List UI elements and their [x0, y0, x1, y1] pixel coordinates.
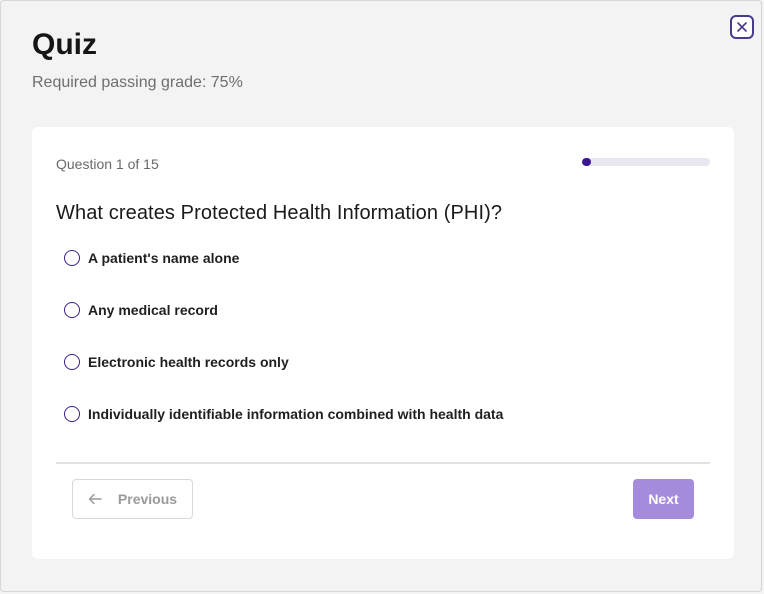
close-button[interactable] — [730, 15, 754, 39]
answer-option-label: Any medical record — [88, 302, 218, 318]
passing-grade-text: Required passing grade: 75% — [32, 74, 243, 91]
next-button[interactable]: Next — [633, 479, 694, 519]
answer-options: A patient's name alone Any medical recor… — [56, 241, 696, 449]
previous-button-label: Previous — [117, 491, 178, 507]
answer-option[interactable]: Any medical record — [56, 293, 696, 327]
answer-option[interactable]: Electronic health records only — [56, 345, 696, 379]
divider — [56, 462, 710, 464]
question-card: Question 1 of 15 What creates Protected … — [32, 127, 734, 559]
answer-option-label: A patient's name alone — [88, 250, 240, 266]
answer-option-label: Electronic health records only — [88, 354, 289, 370]
answer-option[interactable]: Individually identifiable information co… — [56, 397, 696, 431]
answer-option-label: Individually identifiable information co… — [88, 406, 504, 422]
progress-fill — [582, 158, 591, 166]
next-button-label: Next — [648, 491, 679, 507]
question-counter: Question 1 of 15 — [56, 156, 159, 172]
radio-button[interactable] — [64, 354, 80, 370]
question-text: What creates Protected Health Informatio… — [56, 202, 503, 224]
page-title: Quiz — [32, 28, 97, 61]
close-icon — [737, 22, 747, 32]
radio-button[interactable] — [64, 302, 80, 318]
previous-button[interactable]: Previous — [72, 479, 193, 519]
radio-button[interactable] — [64, 250, 80, 266]
progress-bar — [582, 158, 710, 166]
quiz-dialog: Quiz Required passing grade: 75% Questio… — [0, 0, 762, 592]
answer-option[interactable]: A patient's name alone — [56, 241, 696, 275]
arrow-left-icon — [88, 493, 102, 505]
radio-button[interactable] — [64, 406, 80, 422]
